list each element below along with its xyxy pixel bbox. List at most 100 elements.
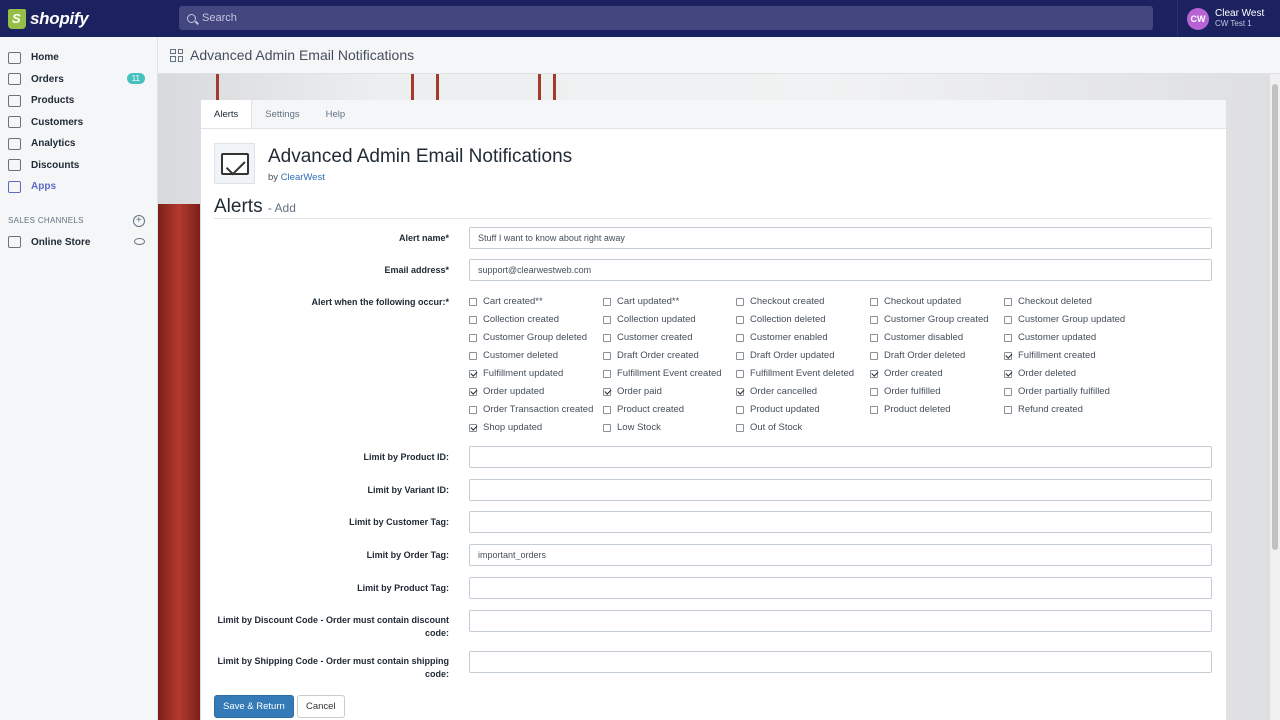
checkbox[interactable] [736,369,744,378]
limit-discount-code-input[interactable] [469,610,1212,632]
account-menu[interactable]: CW Clear West CW Test 1 [1177,0,1280,37]
limit-customer-tag-input[interactable] [469,511,1212,533]
event-checkbox-item[interactable]: Order fulfilled [870,386,941,397]
checkbox[interactable] [603,369,611,378]
event-checkbox-item[interactable]: Customer created [603,332,693,343]
event-checkbox-item[interactable]: Customer Group updated [1004,314,1125,325]
checkbox[interactable] [1004,387,1012,396]
eye-icon[interactable] [134,237,145,245]
event-checkbox-item[interactable]: Product deleted [870,404,951,415]
event-checkbox-item[interactable]: Order Transaction created [469,404,593,415]
event-checkbox-item[interactable]: Cart updated** [603,296,679,307]
checkbox[interactable] [736,351,744,360]
event-checkbox-item[interactable]: Draft Order deleted [870,350,965,361]
event-checkbox-item[interactable]: Order partially fulfilled [1004,386,1110,397]
checkbox[interactable] [603,333,611,342]
page-scrollbar[interactable] [1270,74,1280,720]
cancel-button[interactable]: Cancel [297,695,345,718]
tab-alerts[interactable]: Alerts [201,100,253,128]
sidebar-item-products[interactable]: Products [0,90,157,112]
sidebar-item-online-store[interactable]: Online Store [0,232,157,254]
sidebar-item-home[interactable]: Home [0,47,157,69]
event-checkbox-item[interactable]: Customer Group deleted [469,332,587,343]
event-checkbox-item[interactable]: Checkout updated [870,296,961,307]
event-checkbox-item[interactable]: Fulfillment Event deleted [736,368,854,379]
checkbox[interactable] [469,369,477,378]
event-checkbox-item[interactable]: Refund created [1004,404,1083,415]
tab-settings[interactable]: Settings [252,100,312,128]
checkbox[interactable] [870,369,878,378]
checkbox[interactable] [870,387,878,396]
save-and-return-button[interactable]: Save & Return [214,695,294,718]
sidebar-item-analytics[interactable]: Analytics [0,133,157,155]
event-checkbox-item[interactable]: Fulfillment created [1004,350,1096,361]
checkbox[interactable] [469,423,477,432]
checkbox[interactable] [469,315,477,324]
event-checkbox-item[interactable]: Checkout created [736,296,824,307]
checkbox[interactable] [1004,315,1012,324]
event-checkbox-item[interactable]: Order deleted [1004,368,1076,379]
checkbox[interactable] [469,297,477,306]
scrollbar-thumb[interactable] [1272,84,1278,550]
sidebar-item-orders[interactable]: Orders 11 [0,69,157,91]
checkbox[interactable] [469,405,477,414]
checkbox[interactable] [870,333,878,342]
event-checkbox-item[interactable]: Out of Stock [736,422,802,433]
event-checkbox-item[interactable]: Product created [603,404,684,415]
event-checkbox-item[interactable]: Draft Order created [603,350,699,361]
checkbox[interactable] [603,405,611,414]
alert-name-input[interactable] [469,227,1212,249]
checkbox[interactable] [1004,405,1012,414]
event-checkbox-item[interactable]: Draft Order updated [736,350,835,361]
event-checkbox-item[interactable]: Shop updated [469,422,542,433]
event-checkbox-item[interactable]: Customer enabled [736,332,828,343]
checkbox[interactable] [736,387,744,396]
event-checkbox-item[interactable]: Customer disabled [870,332,963,343]
limit-shipping-code-input[interactable] [469,651,1212,673]
checkbox[interactable] [1004,369,1012,378]
event-checkbox-item[interactable]: Low Stock [603,422,661,433]
event-checkbox-item[interactable]: Collection updated [603,314,696,325]
event-checkbox-item[interactable]: Order cancelled [736,386,817,397]
event-checkbox-item[interactable]: Fulfillment updated [469,368,563,379]
event-checkbox-item[interactable]: Customer Group created [870,314,989,325]
checkbox[interactable] [1004,297,1012,306]
sidebar-item-discounts[interactable]: Discounts [0,155,157,177]
checkbox[interactable] [603,423,611,432]
checkbox[interactable] [870,351,878,360]
sidebar-item-apps[interactable]: Apps [0,176,157,198]
event-checkbox-item[interactable]: Order updated [469,386,544,397]
event-checkbox-item[interactable]: Product updated [736,404,820,415]
checkbox[interactable] [870,405,878,414]
checkbox[interactable] [736,423,744,432]
checkbox[interactable] [469,333,477,342]
limit-product-id-input[interactable] [469,446,1212,468]
event-checkbox-item[interactable]: Collection created [469,314,559,325]
checkbox[interactable] [1004,351,1012,360]
event-checkbox-item[interactable]: Cart created** [469,296,543,307]
checkbox[interactable] [736,315,744,324]
limit-variant-id-input[interactable] [469,479,1212,501]
shopify-logo[interactable]: shopify [0,0,158,37]
event-checkbox-item[interactable]: Collection deleted [736,314,826,325]
checkbox[interactable] [870,315,878,324]
checkbox[interactable] [603,351,611,360]
event-checkbox-item[interactable]: Customer deleted [469,350,558,361]
author-link[interactable]: ClearWest [281,172,325,183]
event-checkbox-item[interactable]: Order created [870,368,943,379]
limit-order-tag-input[interactable] [469,544,1212,566]
email-input[interactable] [469,259,1212,281]
event-checkbox-item[interactable]: Customer updated [1004,332,1096,343]
checkbox[interactable] [736,333,744,342]
limit-product-tag-input[interactable] [469,577,1212,599]
checkbox[interactable] [603,315,611,324]
event-checkbox-item[interactable]: Fulfillment Event created [603,368,722,379]
checkbox[interactable] [1004,333,1012,342]
checkbox[interactable] [603,387,611,396]
checkbox[interactable] [603,297,611,306]
event-checkbox-item[interactable]: Checkout deleted [1004,296,1092,307]
checkbox[interactable] [469,351,477,360]
search-bar[interactable]: Search [179,6,1153,30]
checkbox[interactable] [870,297,878,306]
checkbox[interactable] [469,387,477,396]
